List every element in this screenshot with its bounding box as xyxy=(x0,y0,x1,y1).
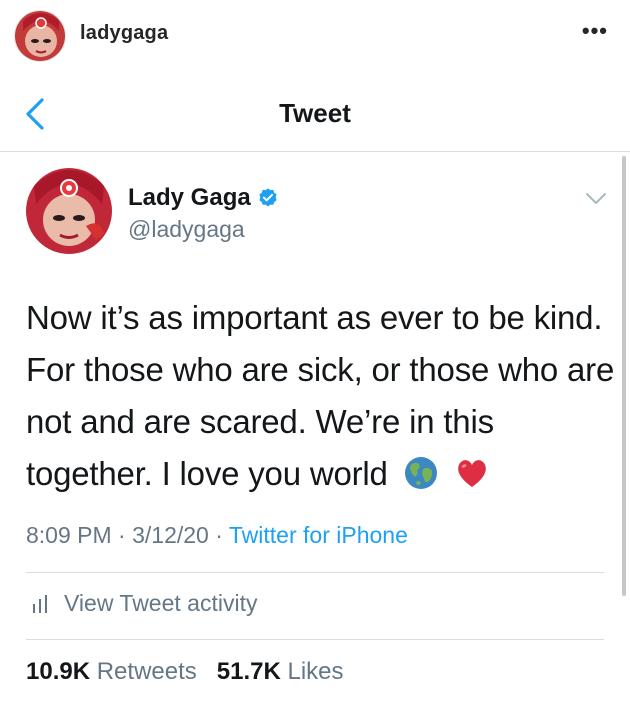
separator: · xyxy=(118,522,126,548)
likes-link[interactable]: 51.7K Likes xyxy=(217,658,344,685)
instagram-username[interactable]: ladygaga xyxy=(80,22,168,45)
avatar-image xyxy=(15,11,65,61)
author-avatar[interactable] xyxy=(26,168,112,254)
likes-label: Likes xyxy=(287,658,344,685)
tweet-nav-bar: Tweet xyxy=(0,76,630,152)
retweets-link[interactable]: 10.9K Retweets xyxy=(26,658,197,685)
display-name[interactable]: Lady Gaga xyxy=(128,184,251,212)
more-options-icon[interactable]: ••• xyxy=(582,18,608,44)
tweet-metadata: 8:09 PM · 3/12/20 · Twitter for iPhone xyxy=(26,522,408,549)
author-handle[interactable]: @ladygaga xyxy=(128,216,245,243)
verified-badge-icon xyxy=(259,188,277,207)
tweet-date: 3/12/20 xyxy=(132,522,209,548)
instagram-avatar[interactable] xyxy=(14,10,66,62)
likes-count: 51.7K xyxy=(216,658,281,685)
page-title: Tweet xyxy=(279,98,351,128)
tweet-source-link[interactable]: Twitter for iPhone xyxy=(229,522,408,548)
bar-chart-icon xyxy=(33,594,47,613)
scrollbar[interactable] xyxy=(622,156,626,596)
retweets-label: Retweets xyxy=(96,658,197,685)
divider xyxy=(26,639,604,640)
globe-icon xyxy=(404,457,437,489)
separator: · xyxy=(215,522,223,548)
instagram-post-header: ladygaga ••• xyxy=(0,0,630,72)
retweets-count: 10.9K xyxy=(26,658,91,685)
tweet-options-button[interactable] xyxy=(584,190,608,208)
divider xyxy=(26,572,604,573)
author-name-row[interactable]: Lady Gaga xyxy=(128,184,279,212)
view-tweet-activity-button[interactable]: View Tweet activity xyxy=(30,590,257,617)
activity-label: View Tweet activity xyxy=(64,590,258,616)
chevron-down-icon xyxy=(586,193,606,204)
tweet-time: 8:09 PM xyxy=(26,522,112,548)
tweet-body: Now it’s as important as ever to be kind… xyxy=(26,292,616,500)
tweet-text: Now it’s as important as ever to be kind… xyxy=(26,299,615,492)
avatar-image xyxy=(26,168,112,254)
red-heart-icon xyxy=(457,460,486,487)
engagement-stats: 10.9K Retweets 51.7K Likes xyxy=(26,658,344,686)
